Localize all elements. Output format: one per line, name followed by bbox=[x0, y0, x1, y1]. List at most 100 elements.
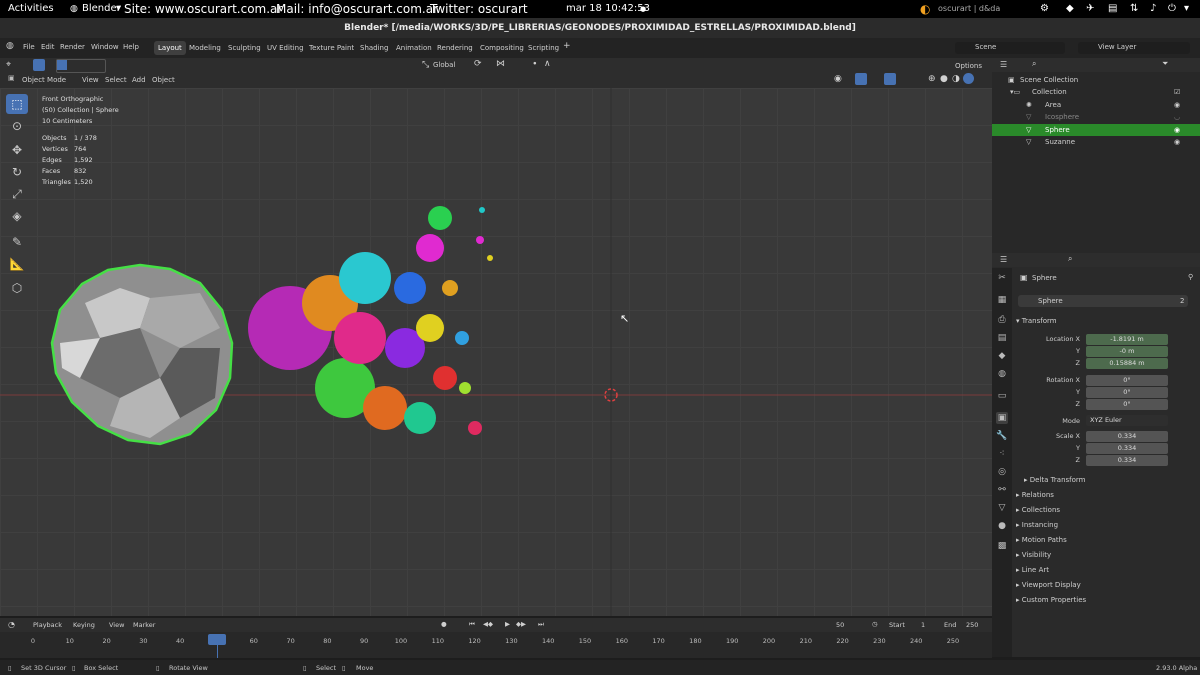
custom-properties-panel[interactable]: ▸ Custom Properties bbox=[1016, 596, 1086, 604]
clock-icon[interactable]: ◷ bbox=[872, 620, 878, 628]
tab-texture-paint[interactable]: Texture Paint bbox=[305, 41, 358, 55]
cursor-tool-icon[interactable]: ⊙ bbox=[6, 116, 28, 136]
start-field[interactable]: 1 bbox=[921, 621, 925, 629]
menu-help[interactable]: Help bbox=[123, 43, 139, 51]
tab-sculpting[interactable]: Sculpting bbox=[224, 41, 265, 55]
timeline-editor-icon[interactable]: ◔ bbox=[8, 620, 15, 629]
filter-icon[interactable]: ⏷ bbox=[1162, 59, 1168, 69]
snap-icon[interactable]: ⋈ bbox=[496, 59, 505, 69]
viewport-display-panel[interactable]: ▸ Viewport Display bbox=[1016, 581, 1081, 589]
box-select-icon[interactable] bbox=[57, 60, 67, 70]
tab-compositing[interactable]: Compositing bbox=[476, 41, 528, 55]
menu-render[interactable]: Render bbox=[60, 43, 85, 51]
wireframe-shading-icon[interactable]: ⊕ bbox=[928, 74, 936, 84]
tool-tab-icon[interactable]: ✂ bbox=[996, 272, 1008, 284]
material-shading-icon[interactable]: ◑ bbox=[952, 74, 960, 84]
record-icon[interactable]: ● bbox=[441, 620, 447, 628]
add-cube-tool-icon[interactable]: ⬡ bbox=[6, 278, 28, 298]
menu-window[interactable]: Window bbox=[91, 43, 119, 51]
menu-file[interactable]: File bbox=[23, 43, 35, 51]
jump-start-icon[interactable]: ⏮ bbox=[469, 620, 475, 629]
instancing-panel[interactable]: ▸ Instancing bbox=[1016, 521, 1058, 529]
editor-type-icon[interactable]: ⌖ bbox=[6, 60, 11, 70]
volume-icon[interactable]: ♪ bbox=[1150, 0, 1156, 18]
overlay-toggle-icon[interactable] bbox=[884, 73, 896, 85]
tray-icon-1[interactable]: ⚙ bbox=[1040, 0, 1049, 18]
solid-shading-icon[interactable]: ● bbox=[940, 74, 948, 84]
object-tab-icon[interactable]: ▣ bbox=[996, 412, 1008, 424]
menu-edit[interactable]: Edit bbox=[41, 43, 55, 51]
telegram-icon[interactable]: ✈ bbox=[1086, 0, 1094, 18]
outliner-item-icosphere[interactable]: ▽ Icosphere ◡ bbox=[992, 111, 1200, 123]
eye-closed-icon[interactable]: ◡ bbox=[1174, 111, 1180, 123]
dropbox-icon[interactable]: ◆ bbox=[1066, 0, 1074, 18]
outliner-item-sphere[interactable]: ▽ Sphere ◉ bbox=[992, 124, 1200, 136]
render-tab-icon[interactable]: ▦ bbox=[996, 294, 1008, 306]
search-icon[interactable]: ⌕ bbox=[1068, 254, 1072, 264]
motion-paths-panel[interactable]: ▸ Motion Paths bbox=[1016, 536, 1067, 544]
current-frame-field[interactable]: 50 bbox=[836, 621, 844, 629]
transform-orientation-icon[interactable]: ⤡ bbox=[422, 60, 429, 70]
falloff-icon[interactable]: ∧ bbox=[544, 59, 551, 69]
menu-select[interactable]: Select bbox=[105, 76, 127, 84]
visibility-panel[interactable]: ▸ Visibility bbox=[1016, 551, 1051, 559]
physics-tab-icon[interactable]: ◎ bbox=[996, 466, 1008, 478]
tab-shading[interactable]: Shading bbox=[356, 41, 392, 55]
orientation-dropdown[interactable]: Global bbox=[433, 61, 455, 69]
power-icon[interactable]: ⏻ bbox=[1168, 0, 1176, 18]
activities-button[interactable]: Activities bbox=[8, 0, 54, 18]
options-dropdown[interactable]: Options bbox=[955, 62, 982, 70]
tab-uv-editing[interactable]: UV Editing bbox=[263, 41, 308, 55]
location-z-field[interactable]: 0.15884 m bbox=[1086, 358, 1168, 369]
line-art-panel[interactable]: ▸ Line Art bbox=[1016, 566, 1049, 574]
constraints-tab-icon[interactable]: ⚯ bbox=[996, 484, 1008, 496]
delta-transform-panel[interactable]: ▸ Delta Transform bbox=[1024, 476, 1085, 484]
select-mode-icon[interactable] bbox=[33, 59, 45, 71]
end-field[interactable]: 250 bbox=[966, 621, 978, 629]
menu-keying[interactable]: Keying bbox=[73, 621, 95, 629]
view-layer-tab-icon[interactable]: ▤ bbox=[996, 332, 1008, 344]
relations-panel[interactable]: ▸ Relations bbox=[1016, 491, 1054, 499]
scene-tab-icon[interactable]: ◆ bbox=[996, 350, 1008, 362]
3d-viewport[interactable] bbox=[0, 88, 992, 616]
particles-tab-icon[interactable]: ⁖ bbox=[996, 448, 1008, 460]
texture-tab-icon[interactable]: ▩ bbox=[996, 540, 1008, 552]
play-icon[interactable]: ▶ bbox=[505, 620, 510, 628]
rotate-tool-icon[interactable]: ↻ bbox=[6, 162, 28, 182]
select-box-tool-icon[interactable]: ⬚ bbox=[6, 94, 28, 114]
material-tab-icon[interactable]: ● bbox=[996, 520, 1008, 532]
data-block-selector[interactable]: Sphere 2 bbox=[1018, 295, 1188, 307]
outliner-scene-collection[interactable]: ▣ Scene Collection bbox=[992, 74, 1200, 86]
location-x-field[interactable]: -1.8191 m bbox=[1086, 334, 1168, 345]
data-tab-icon[interactable]: ▽ bbox=[996, 502, 1008, 514]
rotation-y-field[interactable]: 0° bbox=[1086, 387, 1168, 398]
rotation-x-field[interactable]: 0° bbox=[1086, 375, 1168, 386]
search-icon[interactable]: ⌕ bbox=[1032, 59, 1036, 69]
eye-icon[interactable]: ◉ bbox=[1174, 99, 1180, 111]
timeline[interactable]: 0102030405060708090100110120130140150160… bbox=[0, 632, 992, 658]
move-tool-icon[interactable]: ✥ bbox=[6, 140, 28, 160]
menu-view[interactable]: View bbox=[82, 76, 99, 84]
clock[interactable]: mar 18 10:42:53 bbox=[566, 0, 650, 18]
jump-end-icon[interactable]: ⏭ bbox=[538, 620, 544, 629]
tab-modeling[interactable]: Modeling bbox=[185, 41, 225, 55]
menu-marker[interactable]: Marker bbox=[133, 621, 155, 629]
blender-logo-icon[interactable]: ◍ bbox=[6, 41, 14, 51]
add-workspace-icon[interactable]: + bbox=[563, 41, 571, 51]
scale-y-field[interactable]: 0.334 bbox=[1086, 443, 1168, 454]
pin-icon[interactable]: ⚲ bbox=[1188, 273, 1193, 281]
visibility-icon[interactable]: ◉ bbox=[834, 74, 842, 84]
rotation-mode-dropdown[interactable]: XYZ Euler bbox=[1086, 415, 1168, 426]
outliner-item-area[interactable]: ✺ Area ◉ bbox=[992, 99, 1200, 111]
eye-icon[interactable]: ◉ bbox=[1174, 136, 1180, 148]
menu-playback[interactable]: Playback bbox=[33, 621, 62, 629]
scene-selector[interactable]: Scene bbox=[955, 42, 1065, 54]
measure-tool-icon[interactable]: 📐 bbox=[6, 254, 28, 274]
outliner-collection[interactable]: ▾▭ Collection ☑ bbox=[992, 86, 1200, 98]
outliner-item-suzanne[interactable]: ▽ Suzanne ◉ bbox=[992, 136, 1200, 148]
output-tab-icon[interactable]: ⎙ bbox=[996, 314, 1008, 326]
scale-x-field[interactable]: 0.334 bbox=[1086, 431, 1168, 442]
gizmo-toggle-icon[interactable] bbox=[855, 73, 867, 85]
tab-rendering[interactable]: Rendering bbox=[433, 41, 477, 55]
scale-tool-icon[interactable]: ⤢ bbox=[6, 184, 28, 204]
